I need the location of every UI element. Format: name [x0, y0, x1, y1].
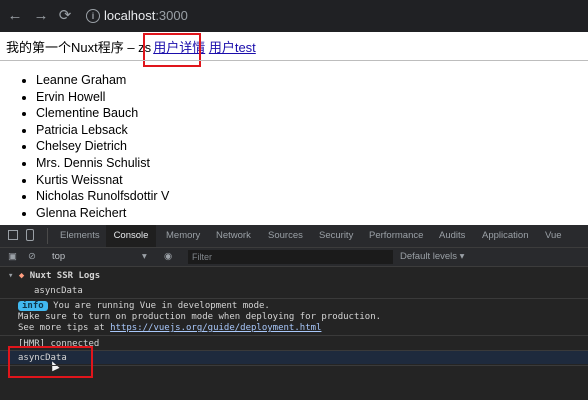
back-icon[interactable]: ←	[6, 7, 24, 25]
tab-memory[interactable]: Memory	[166, 225, 200, 247]
page-title: 我的第一个Nuxt程序 – zs	[6, 40, 152, 55]
group-title: Nuxt SSR Logs	[29, 271, 101, 281]
filter-input[interactable]: Filter	[188, 250, 393, 264]
divider	[0, 60, 588, 61]
tab-network[interactable]: Network	[216, 225, 251, 247]
tab-elements[interactable]: Elements	[60, 225, 100, 247]
forward-icon[interactable]: →	[32, 7, 50, 25]
url-host: localhost	[104, 8, 156, 23]
expand-triangle-icon: ▾	[8, 271, 14, 281]
user-list-item: Nicholas Runolfsdottir V	[36, 188, 169, 205]
info-line-2: Make sure to turn on production mode whe…	[18, 312, 382, 322]
info-badge: info	[18, 301, 48, 311]
tab-console[interactable]: Console	[106, 225, 156, 247]
eye-icon[interactable]: ◉	[164, 248, 172, 266]
levels-select[interactable]: Default levels ▾	[400, 248, 464, 266]
reload-icon[interactable]: ⟳	[56, 7, 74, 25]
page-header: 我的第一个Nuxt程序 – zs 用户详情 用户test	[6, 37, 256, 56]
site-info-icon[interactable]: i	[86, 9, 100, 23]
tab-performance[interactable]: Performance	[369, 225, 423, 247]
console-group-item: asyncData	[34, 286, 83, 296]
console-info-message: info You are running Vue in development …	[18, 301, 381, 334]
highlight-box-asyncdata	[8, 346, 93, 378]
sidebar-toggle-icon[interactable]: ▣	[8, 248, 18, 266]
console-group-header[interactable]: ▾ ◆ Nuxt SSR Logs	[8, 270, 100, 282]
user-list-item: Leanne Graham	[36, 72, 169, 89]
user-list-item: Chelsey Dietrich	[36, 138, 169, 155]
context-select[interactable]: top ▾	[52, 248, 152, 266]
user-list-item: Clementine Bauch	[36, 105, 169, 122]
info-line-1: You are running Vue in development mode.	[53, 301, 270, 311]
info-line-3: See more tips at	[18, 323, 111, 333]
user-list-item: Patricia Lebsack	[36, 122, 169, 139]
user-list-item: Glenna Reichert	[36, 205, 169, 222]
logo-icon: ◆	[18, 271, 25, 281]
url-port: :3000	[155, 8, 188, 23]
link-user-test[interactable]: 用户test	[209, 40, 256, 55]
browser-toolbar: ← → ⟳ i localhost:3000	[0, 0, 588, 32]
address-bar[interactable]: localhost:3000	[104, 6, 188, 26]
tab-sources[interactable]: Sources	[268, 225, 303, 247]
user-list-item: Ervin Howell	[36, 89, 169, 106]
deployment-link[interactable]: https://vuejs.org/guide/deployment.html	[110, 323, 321, 333]
user-list-item: Mrs. Dennis Schulist	[36, 155, 169, 172]
console-separator	[0, 298, 588, 299]
console-toolbar: ▣ ⊘ top ▾ ◉ Filter Default levels ▾	[0, 248, 588, 267]
chevron-down-icon: ▾	[142, 251, 147, 262]
tab-application[interactable]: Application	[482, 225, 528, 247]
toolbar-divider	[47, 228, 48, 244]
user-list-item: Kurtis Weissnat	[36, 172, 169, 189]
context-value: top	[52, 251, 66, 262]
user-list: Leanne Graham Ervin Howell Clementine Ba…	[0, 72, 169, 221]
highlight-box-user-detail	[143, 33, 201, 67]
devtools-tabbar: Elements Console Memory Network Sources …	[0, 225, 588, 248]
clear-console-icon[interactable]: ⊘	[28, 248, 36, 266]
console-separator	[0, 335, 588, 336]
tab-audits[interactable]: Audits	[439, 225, 465, 247]
device-toolbar-icon[interactable]	[26, 229, 34, 241]
tab-security[interactable]: Security	[319, 225, 353, 247]
tab-vue[interactable]: Vue	[545, 225, 562, 247]
inspect-element-icon[interactable]	[8, 230, 18, 240]
